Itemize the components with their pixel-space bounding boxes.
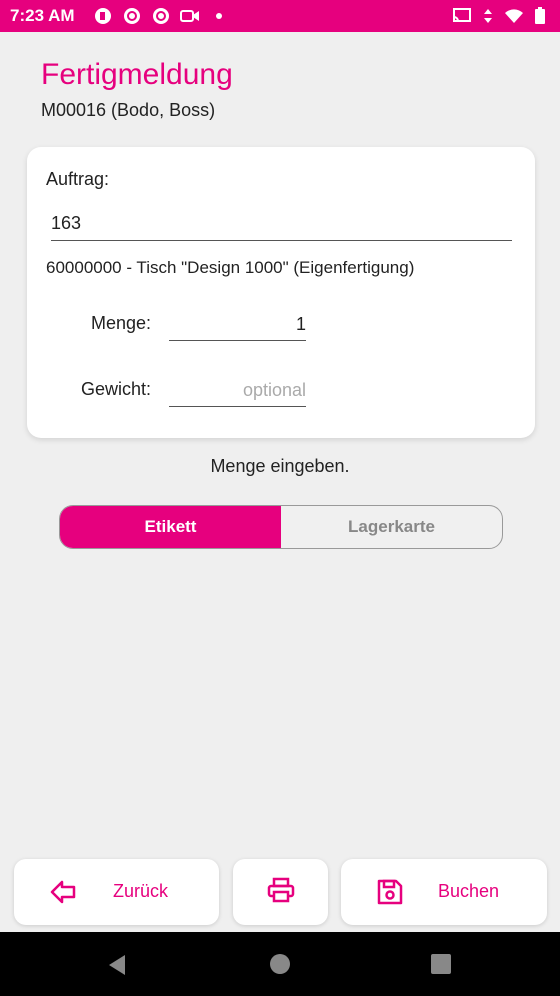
page-header: Fertigmeldung M00016 (Bodo, Boss): [41, 58, 233, 121]
nav-home-icon[interactable]: [270, 954, 290, 974]
status-bar: 7:23 AM: [0, 0, 560, 32]
save-icon: [377, 879, 403, 910]
article-description: 60000000 - Tisch "Design 1000" (Eigenfer…: [46, 258, 415, 277]
save-button-label: Buchen: [438, 881, 500, 901]
print-button[interactable]: [233, 859, 328, 925]
order-card: Auftrag: 60000000 - Tisch "Design 1000" …: [27, 147, 535, 438]
menge-input[interactable]: [169, 308, 306, 341]
menge-label: Menge:: [90, 313, 151, 333]
dot-icon: [209, 6, 229, 26]
gewicht-input[interactable]: [169, 374, 306, 407]
user-info: M00016 (Bodo, Boss): [41, 100, 216, 120]
back-button-label: Zurück: [113, 881, 169, 901]
nav-back-icon[interactable]: [107, 954, 127, 981]
hint-text: Menge eingeben.: [210, 456, 350, 476]
back-button[interactable]: Zurück: [14, 859, 219, 925]
app-notification-icon: [93, 6, 113, 26]
page-title: Fertigmeldung: [41, 58, 233, 91]
data-transfer-icon: [478, 6, 498, 26]
save-button[interactable]: Buchen: [341, 859, 547, 925]
arrow-left-icon: [50, 880, 76, 909]
printer-icon: [267, 877, 295, 908]
sync-icon: [122, 6, 142, 26]
gewicht-label: Gewicht:: [80, 379, 151, 399]
segment-lagerkarte[interactable]: Lagerkarte: [281, 506, 502, 548]
auftrag-label: Auftrag:: [46, 169, 110, 189]
print-type-toggle: Etikett Lagerkarte: [59, 505, 503, 549]
sync-icon: [151, 6, 171, 26]
segment-etikett[interactable]: Etikett: [60, 506, 281, 548]
system-navigation-bar: [0, 932, 560, 996]
battery-icon: [530, 6, 550, 26]
nav-recent-icon[interactable]: [431, 954, 451, 974]
cast-icon: [452, 6, 472, 26]
auftrag-input[interactable]: [51, 207, 512, 241]
system-icons: [452, 6, 550, 26]
notification-icons: [93, 6, 229, 26]
status-time: 7:23 AM: [10, 6, 75, 25]
wifi-icon: [504, 6, 524, 26]
video-icon: [179, 6, 200, 26]
